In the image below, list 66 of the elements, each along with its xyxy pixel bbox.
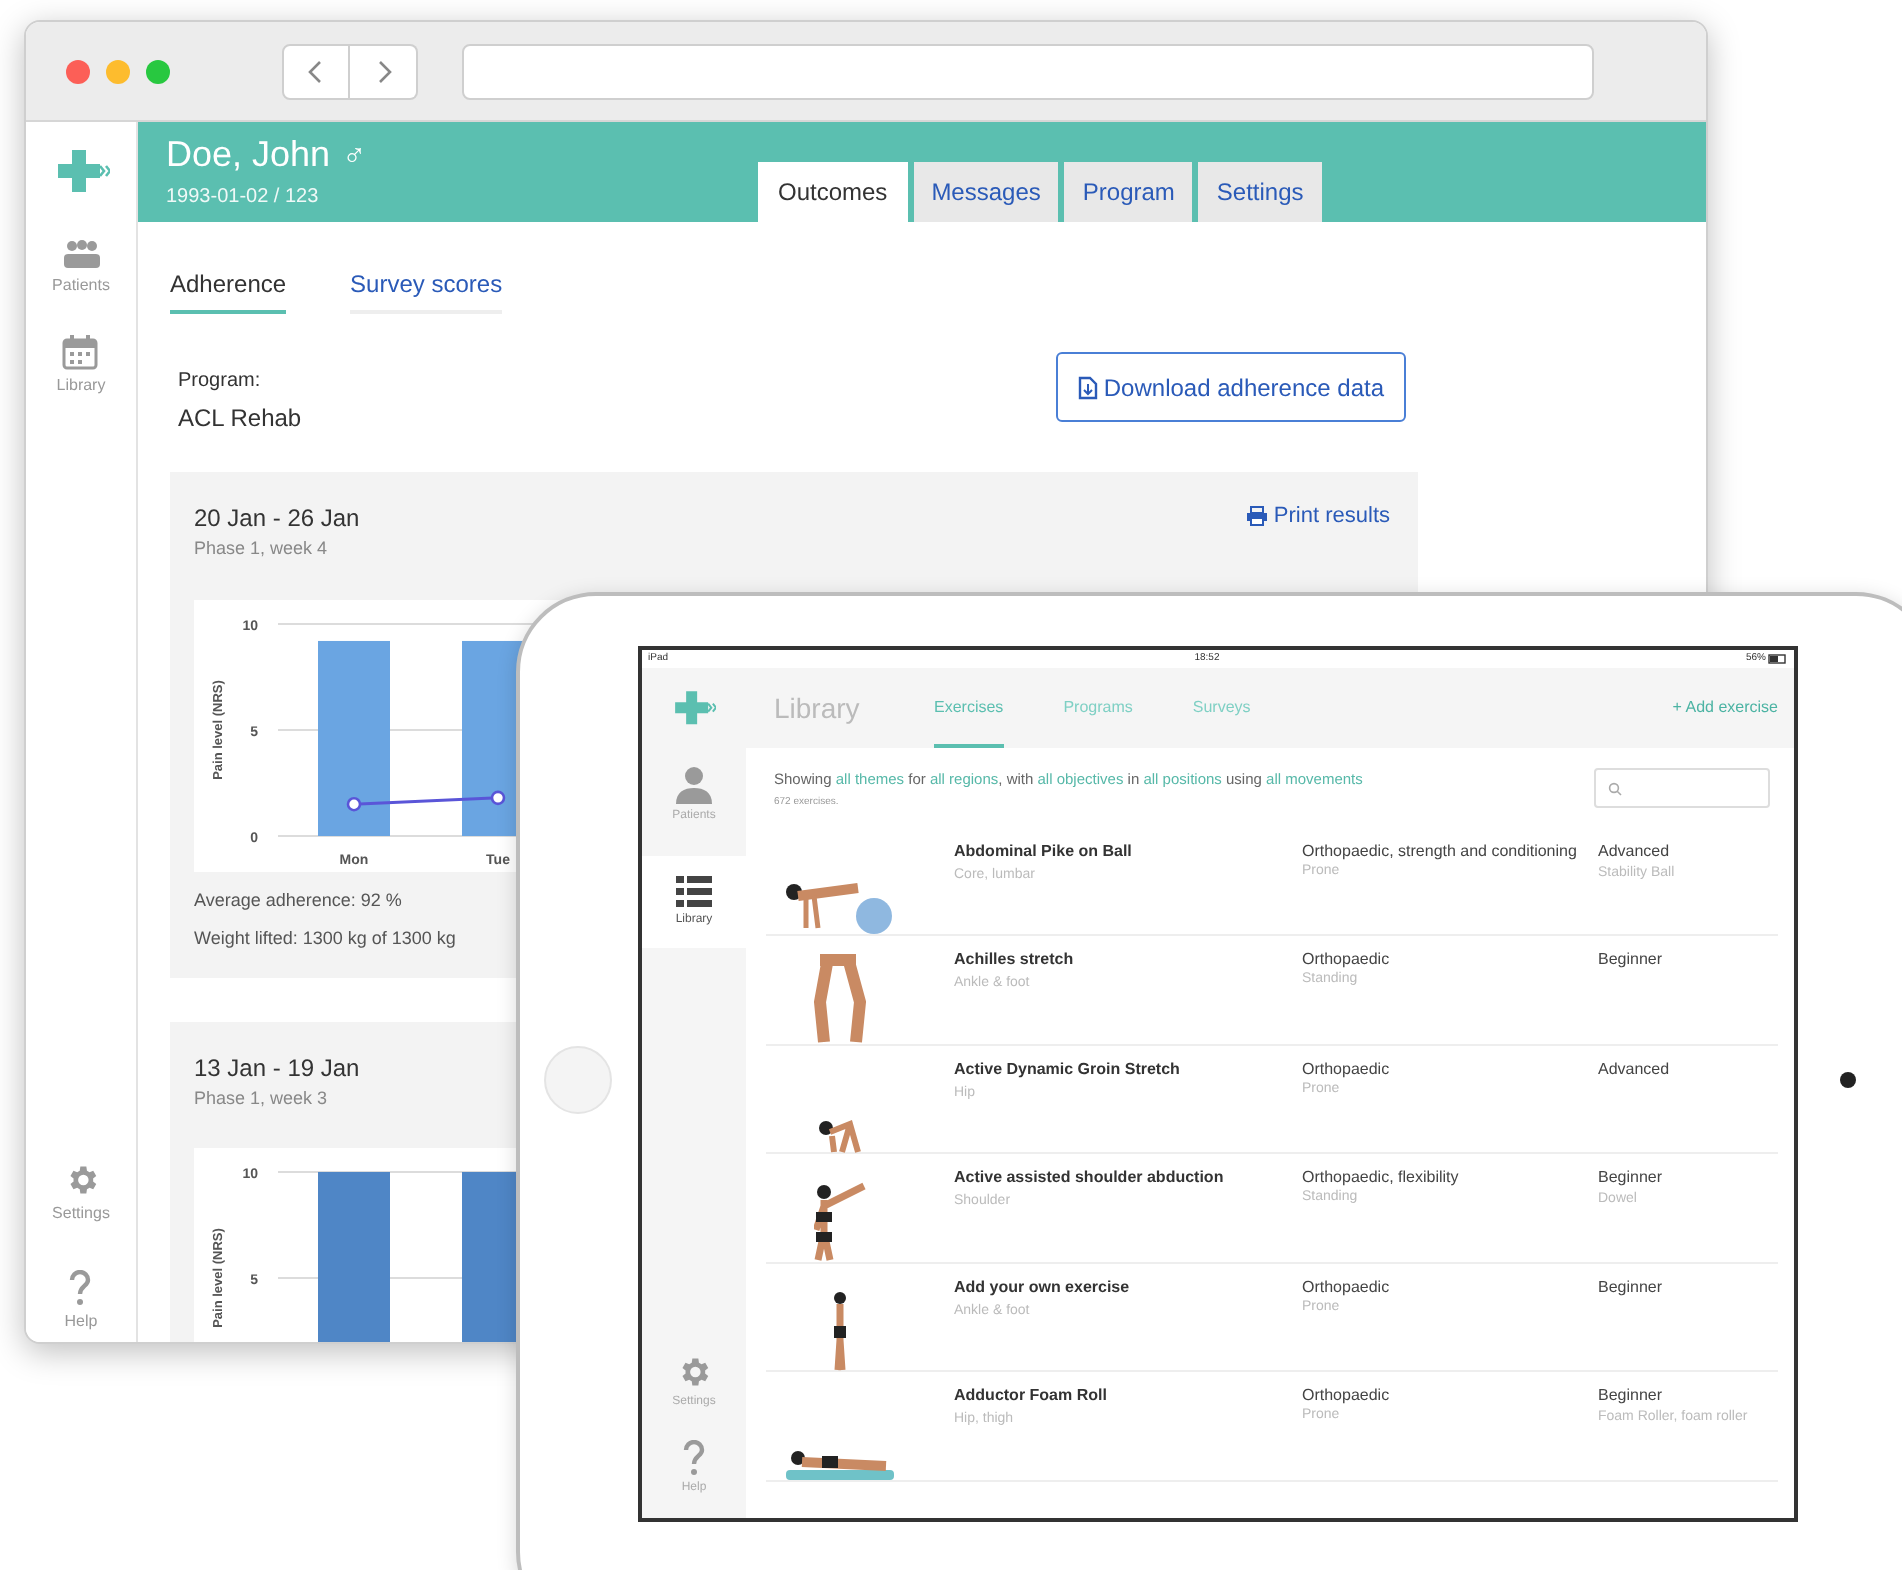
print-link[interactable]: Print results [1245, 500, 1390, 533]
help-icon [68, 1270, 93, 1306]
exercise-category: Orthopaedic, strength and conditioning [1302, 839, 1579, 862]
people-icon [61, 238, 101, 270]
week-stat: Average adherence: 92 % [194, 887, 402, 914]
back-button[interactable] [282, 43, 350, 99]
tab[interactable]: Outcomes [758, 162, 908, 222]
exercise-level: Beginner [1598, 1275, 1665, 1300]
week-range: 13 Jan - 19 Jan [194, 1051, 360, 1085]
exercise-category: Orthopaedic [1302, 1275, 1392, 1298]
download-button[interactable]: Download adherence data [1055, 352, 1406, 422]
tab[interactable]: Programs [1063, 668, 1133, 748]
address-bar[interactable] [462, 43, 1594, 99]
exercise-level: Beginner [1598, 1166, 1665, 1191]
sidebar-item[interactable]: Settings [52, 1162, 110, 1226]
home-button[interactable] [544, 1046, 612, 1114]
add-exercise-button[interactable]: + Add exercise [1672, 696, 1778, 720]
exercise-name: Active assisted shoulder abduction [954, 1166, 1226, 1191]
exercise-level: Advanced [1598, 839, 1672, 864]
tab[interactable]: Messages [913, 162, 1059, 222]
exercise-name: Adductor Foam Roll [954, 1384, 1109, 1409]
sub-tab[interactable]: Survey scores [350, 266, 503, 314]
patient-name: Doe, John [166, 132, 331, 178]
person-icon [674, 763, 714, 803]
list-icon [676, 875, 712, 907]
tab[interactable]: Exercises [934, 668, 1004, 748]
week-range: 20 Jan - 26 Jan [194, 502, 360, 536]
search-icon [1608, 781, 1622, 795]
sidebar-item[interactable]: Library [56, 334, 106, 398]
week-phase: Phase 1, week 4 [194, 536, 330, 562]
exercise-category: Orthopaedic [1302, 1057, 1392, 1080]
exercise-level: Beginner [1598, 948, 1665, 973]
sidebar-item[interactable]: Help [64, 1270, 98, 1334]
chevron-right-icon [375, 59, 391, 83]
tab[interactable]: Program [1064, 162, 1193, 222]
program-name: ACL Rehab [178, 402, 302, 436]
sex-symbol: ♂ [342, 138, 367, 178]
week-phase: Phase 1, week 3 [194, 1085, 330, 1111]
exercise-category: Orthopaedic, flexibility [1302, 1166, 1461, 1189]
printer-icon [1245, 506, 1268, 527]
zoom-button[interactable] [146, 59, 170, 83]
search-field[interactable] [1594, 768, 1770, 808]
exercise-category: Orthopaedic [1302, 948, 1392, 971]
week-stat: Weight lifted: 1300 kg of 1300 kg [194, 926, 456, 952]
chevron-left-icon [308, 59, 324, 83]
document-icon [1077, 375, 1098, 399]
tab[interactable]: Settings [1198, 162, 1322, 222]
close-button[interactable] [66, 59, 90, 83]
forward-button[interactable] [350, 43, 418, 99]
exercise-name: Abdominal Pike on Ball [954, 839, 1134, 864]
tab[interactable]: Surveys [1192, 668, 1251, 748]
exercise-level: Advanced [1598, 1057, 1672, 1082]
exercise-category: Orthopaedic [1302, 1384, 1392, 1407]
sub-tab[interactable]: Adherence [170, 266, 287, 314]
exercise-name: Achilles stretch [954, 948, 1076, 973]
battery-icon [1768, 654, 1788, 664]
exercise-name: Active Dynamic Groin Stretch [954, 1057, 1182, 1082]
patient-dob-id: 1993-01-02 / 123 [166, 184, 321, 212]
exercise-name: Add your own exercise [954, 1275, 1132, 1300]
page-title: Library [774, 689, 862, 728]
exercise-level: Beginner [1598, 1384, 1665, 1409]
minimize-button[interactable] [106, 59, 130, 83]
calendar-icon [62, 334, 99, 370]
program-label: Program: [178, 368, 263, 396]
sidebar-item[interactable]: Patients [52, 238, 110, 298]
help-icon [682, 1440, 706, 1476]
